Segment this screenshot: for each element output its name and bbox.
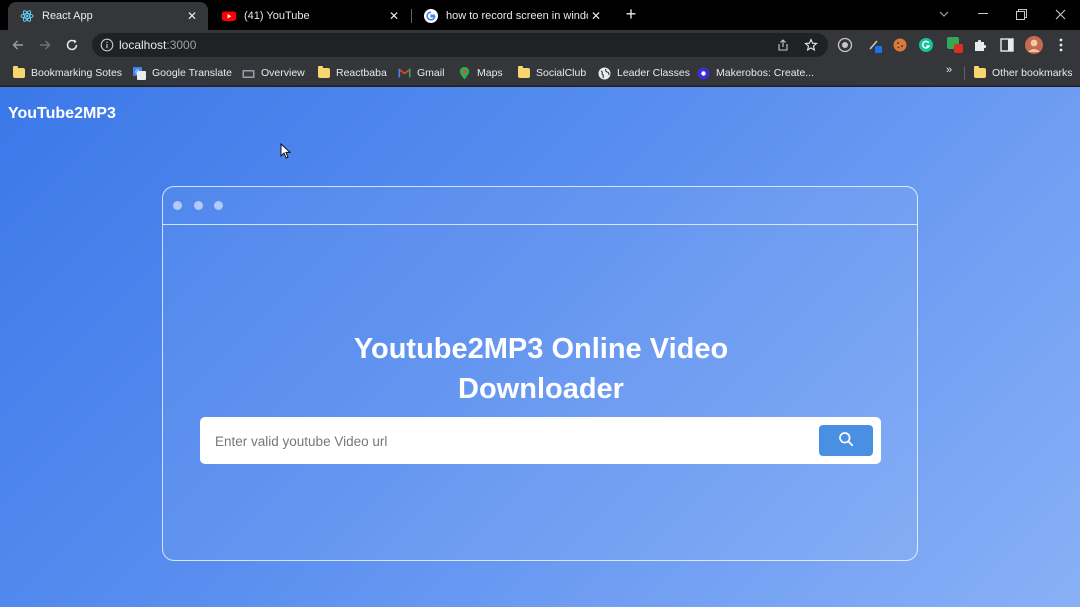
bookmark-label: Maps [477, 67, 503, 79]
bookmark-leader-classes[interactable]: Leader Classes [598, 64, 690, 82]
brand-logo[interactable]: YouTube2MP3 [8, 105, 116, 123]
google-icon [424, 9, 438, 23]
close-tab-icon[interactable]: ✕ [386, 8, 402, 24]
youtube-url-input[interactable] [215, 429, 805, 453]
extension-badge-icon[interactable] [946, 36, 964, 54]
address-bar[interactable]: localhost:3000 [92, 33, 828, 57]
folder-icon [317, 66, 330, 80]
site-info-icon[interactable] [100, 38, 114, 52]
tab-search-icon[interactable] [933, 4, 955, 24]
tab-title: React App [42, 10, 93, 22]
google-translate-icon: G [133, 66, 146, 80]
maps-icon [458, 66, 471, 80]
bookmark-label: Makerobos: Create... [716, 67, 815, 79]
bookmarks-bar: Bookmarking Sotes G Google Translate Ove… [0, 60, 1080, 86]
bookmark-label: Reactbaba [336, 67, 387, 79]
side-panel-icon[interactable] [998, 36, 1016, 54]
browser-toolbar: localhost:3000 [0, 30, 1080, 60]
youtube-icon [222, 9, 236, 23]
page-viewport: YouTube2MP3 Youtube2MP3 Online Video Dow… [0, 87, 1080, 607]
makerobos-icon [697, 67, 710, 80]
react-icon [20, 9, 34, 23]
bookmark-makerobos[interactable]: Makerobos: Create... [697, 64, 814, 82]
folder-icon [973, 66, 986, 80]
close-tab-icon[interactable]: ✕ [588, 8, 604, 24]
bookmark-bookmarking-sotes[interactable]: Bookmarking Sotes [12, 64, 122, 82]
bookmark-label: Gmail [417, 67, 445, 79]
page-title-line1: Youtube2MP3 Online Video [353, 333, 729, 365]
bookmark-overview[interactable]: Overview [242, 64, 305, 82]
search-box [200, 417, 881, 464]
tab-title: (41) YouTube [244, 10, 310, 22]
page-title-line2: Downloader [458, 373, 624, 405]
search-icon [838, 431, 854, 450]
new-tab-button[interactable]: + [622, 5, 640, 24]
extension-pen-icon[interactable] [866, 36, 884, 54]
close-window-icon[interactable] [1049, 4, 1071, 24]
bookmark-label: Google Translate [152, 67, 232, 79]
bookmark-label: Leader Classes [617, 67, 690, 79]
bookmark-label: Overview [261, 67, 305, 79]
page-title: Youtube2MP3 Online Video Downloader [163, 329, 919, 409]
bookmarks-overflow-button[interactable]: » [946, 64, 952, 76]
window-dot-icon [214, 201, 223, 210]
gmail-icon [398, 67, 411, 80]
window-dot-icon [173, 201, 182, 210]
window-dot-icon [194, 201, 203, 210]
tab-strip: React App ✕ (41) YouTube ✕ how to record… [0, 0, 1080, 30]
bookmarks-divider [964, 66, 965, 80]
overview-icon [242, 67, 255, 80]
tab-youtube[interactable]: (41) YouTube ✕ [210, 2, 410, 30]
bookmark-google-translate[interactable]: G Google Translate [133, 64, 232, 82]
bookmark-reactbaba[interactable]: Reactbaba [317, 64, 387, 82]
menu-dots-icon[interactable] [1052, 36, 1070, 54]
url-text[interactable]: localhost:3000 [119, 38, 196, 52]
downloader-card: Youtube2MP3 Online Video Downloader [162, 186, 918, 561]
extension-grammarly-icon[interactable] [917, 36, 935, 54]
minimize-icon[interactable] [972, 4, 994, 24]
tab-google-search[interactable]: how to record screen in windows ✕ [412, 2, 612, 30]
other-bookmarks-label: Other bookmarks [992, 67, 1073, 79]
bookmark-star-icon[interactable] [803, 37, 819, 53]
folder-icon [12, 66, 25, 80]
extension-record-icon[interactable] [836, 36, 854, 54]
url-host: localhost [119, 38, 167, 52]
restore-icon[interactable] [1010, 4, 1032, 24]
tab-react-app[interactable]: React App ✕ [8, 2, 208, 30]
search-button[interactable] [819, 425, 873, 456]
tab-title: how to record screen in windows [446, 10, 588, 22]
folder-icon [517, 66, 530, 80]
mouse-cursor-icon [280, 142, 292, 159]
profile-avatar[interactable] [1025, 36, 1043, 54]
reload-icon[interactable] [62, 35, 82, 55]
url-port: :3000 [166, 38, 197, 52]
bookmark-maps[interactable]: Maps [458, 64, 503, 82]
svg-text:G: G [135, 70, 140, 76]
extensions-puzzle-icon[interactable] [971, 36, 989, 54]
extension-cookie-icon[interactable] [891, 36, 909, 54]
bookmark-label: SocialClub [536, 67, 587, 79]
other-bookmarks[interactable]: Other bookmarks [973, 64, 1073, 82]
bookmark-label: Bookmarking Sotes [31, 67, 123, 79]
back-icon[interactable] [8, 35, 28, 55]
bookmark-gmail[interactable]: Gmail [398, 64, 444, 82]
card-window-bar [163, 187, 917, 225]
forward-icon[interactable] [35, 35, 55, 55]
close-tab-icon[interactable]: ✕ [184, 8, 200, 24]
bookmark-socialclub[interactable]: SocialClub [517, 64, 586, 82]
globe-icon [598, 67, 611, 80]
share-icon[interactable] [775, 37, 791, 53]
